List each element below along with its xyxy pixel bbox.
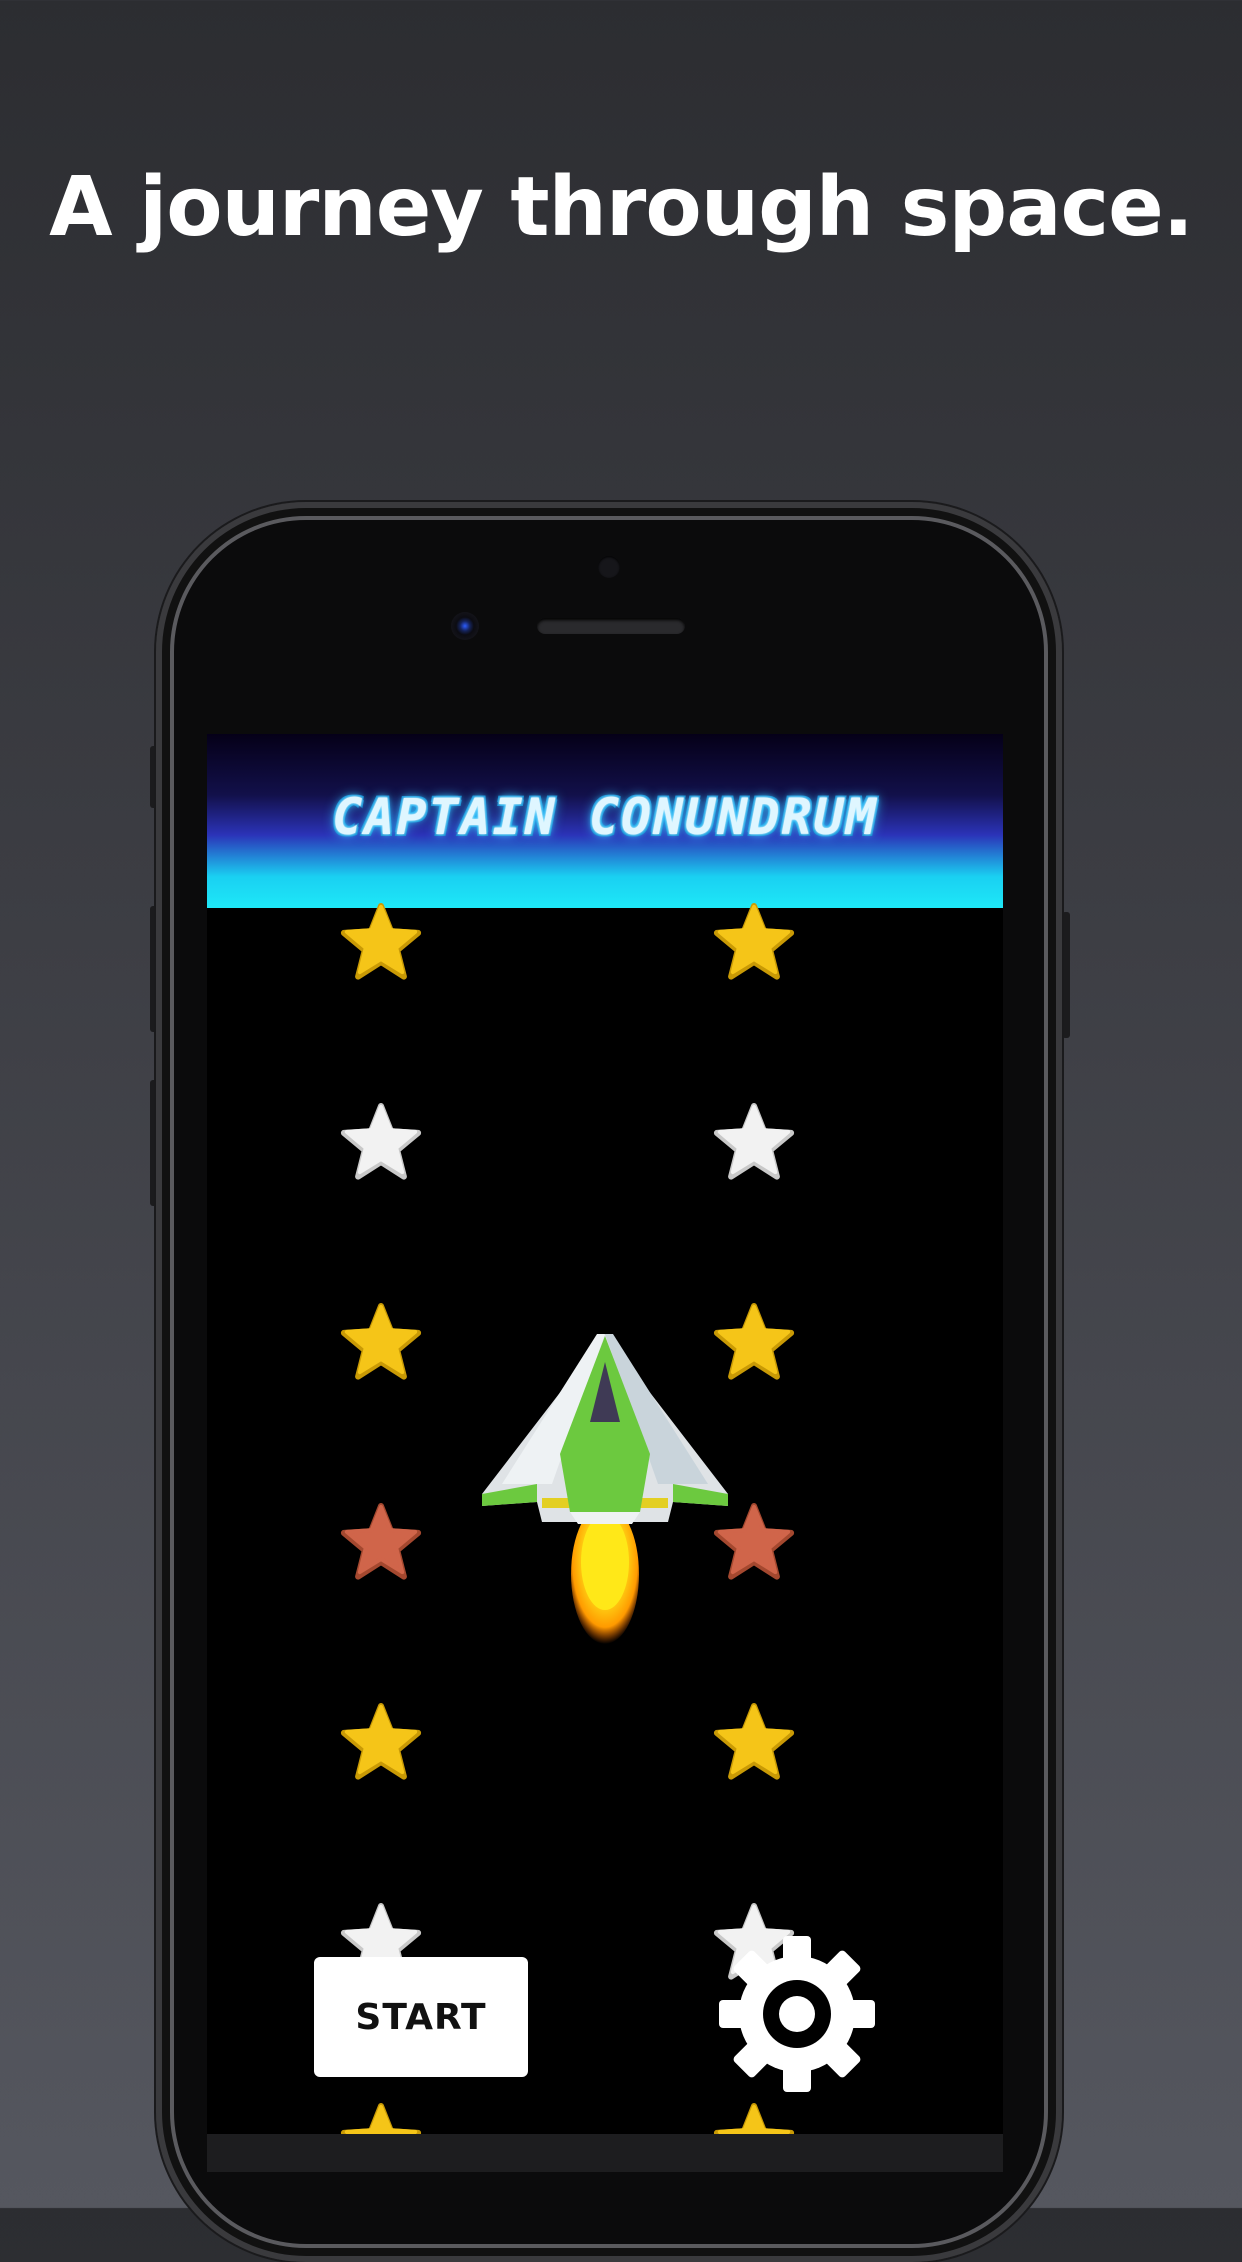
spaceship-icon [482, 1334, 728, 1644]
gear-icon[interactable] [717, 1934, 877, 2094]
star-icon [713, 1103, 795, 1180]
front-camera-icon [451, 612, 479, 640]
star-icon [340, 903, 422, 980]
star-icon [340, 1103, 422, 1180]
headline: A journey through space. [49, 160, 1194, 255]
star-icon [340, 1303, 422, 1380]
star-icon [713, 2103, 795, 2134]
star-icon [340, 1703, 422, 1780]
phone-bezel-bottom [207, 2134, 1003, 2172]
proximity-sensor [598, 556, 620, 578]
star-icon [340, 2103, 422, 2134]
start-button[interactable]: START [314, 1957, 528, 2077]
phone-power-button [1062, 912, 1070, 1038]
game-screen: CAPTAIN CONUNDRUM START [207, 734, 1003, 2134]
game-title: CAPTAIN CONUNDRUM [332, 788, 878, 846]
star-icon [713, 1703, 795, 1780]
star-icon [713, 903, 795, 980]
earpiece-speaker [537, 618, 685, 634]
star-icon [340, 1503, 422, 1580]
title-banner: CAPTAIN CONUNDRUM [207, 734, 1003, 908]
